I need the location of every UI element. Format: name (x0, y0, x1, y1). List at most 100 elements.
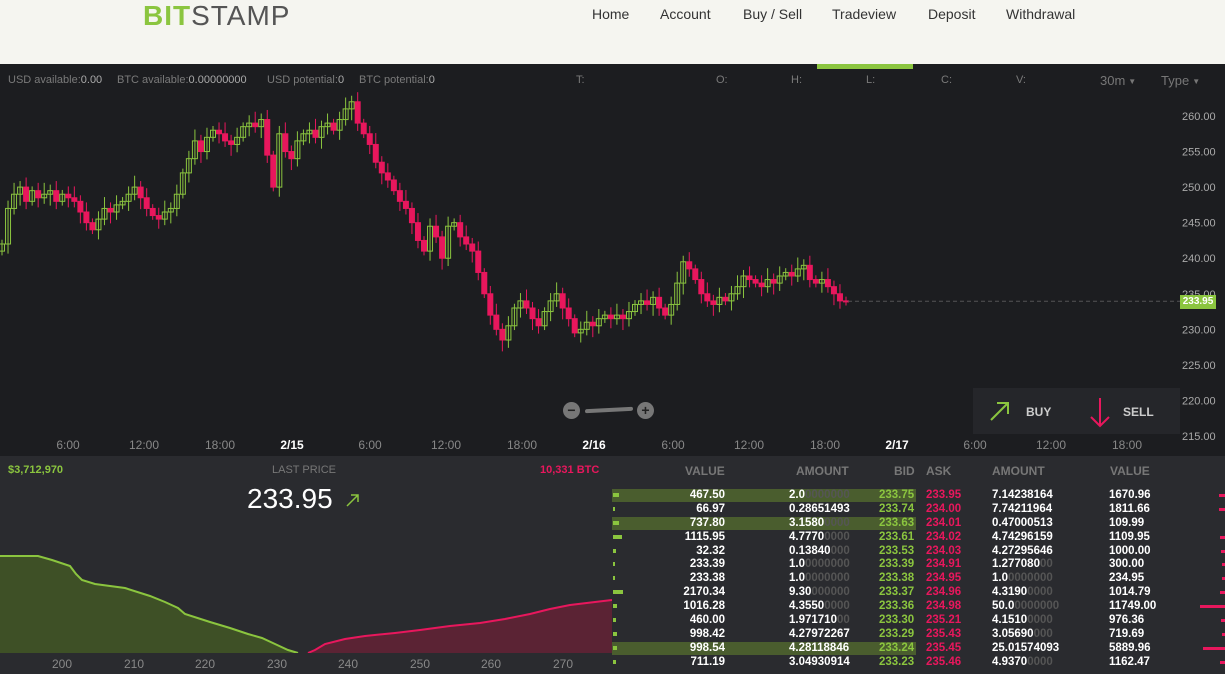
orderbook-row[interactable]: 233.39 1.00000000 233.39 234.91 1.27708000 30… (612, 558, 1225, 572)
top-header: BITSTAMP Home Account Buy / Sell Tradevi… (0, 0, 1225, 64)
orderbook-row[interactable]: 737.80 3.15800000 233.63 234.01 0.47000513 10… (612, 516, 1225, 531)
candle (547, 293, 554, 322)
candle (493, 303, 500, 336)
current-price-tag: 233.95 (1180, 295, 1216, 309)
nav-tradeview[interactable]: Tradeview (832, 6, 896, 22)
candle (282, 122, 289, 158)
bid-amount: 1.97171000 (789, 614, 850, 627)
candle (529, 301, 536, 331)
orderbook-row[interactable]: 2170.34 9.30000000 233.37 234.96 4.31900000 1… (612, 586, 1225, 600)
candle (535, 309, 542, 334)
candle (499, 323, 506, 352)
orderbook-row[interactable]: 998.54 4.28118846 233.24 235.45 25.01574093 5… (612, 641, 1225, 656)
depth-axis-bg (0, 653, 612, 674)
nav-home[interactable]: Home (592, 6, 629, 22)
candle (674, 271, 681, 311)
ask-value: 5889.96 (1109, 641, 1151, 654)
candle (0, 239, 5, 256)
candle (288, 145, 295, 171)
arrow-up-right-icon (990, 402, 1009, 421)
ask-price: 234.00 (926, 502, 962, 515)
candle (203, 127, 210, 160)
nav-account[interactable]: Account (660, 6, 711, 22)
ask-price: 234.01 (926, 516, 962, 529)
candle (161, 200, 168, 226)
ask-value: 234.95 (1109, 572, 1145, 585)
candle (800, 259, 807, 281)
orderbook-row[interactable]: 711.19 3.04930914 233.23 235.46 4.93700000 11… (612, 656, 1225, 670)
candle (818, 271, 825, 293)
sell-button[interactable]: SELL (1085, 388, 1180, 434)
candle (240, 122, 247, 142)
candle (246, 115, 253, 137)
zoom-slider[interactable] (585, 406, 633, 414)
bid-value: 66.97 (696, 502, 725, 515)
buy-button[interactable]: BUY (983, 388, 1083, 434)
orderbook-row[interactable]: 1016.28 4.35500000 233.36 234.98 50.00000000… (612, 600, 1225, 614)
candle (179, 168, 186, 199)
candle (770, 273, 777, 295)
candle (185, 150, 192, 183)
orderbook-row[interactable]: 66.97 0.28651493 233.74 234.00 7.74211964 181… (612, 503, 1225, 517)
bid-depth-mark (613, 520, 619, 525)
candle (571, 314, 578, 338)
candle (53, 181, 60, 210)
bid-depth-area (0, 556, 298, 653)
bid-value: 460.00 (689, 614, 725, 627)
ask-price: 235.21 (926, 614, 962, 627)
ask-price: 235.43 (926, 627, 962, 640)
depth-x-tick: 240 (338, 657, 358, 671)
candle (812, 275, 819, 288)
orderbook-row[interactable]: 32.32 0.13840000 233.53 234.03 4.27295646 100… (612, 545, 1225, 559)
bid-depth-mark (613, 506, 615, 511)
candle (740, 269, 747, 299)
candle (577, 321, 584, 343)
bid-value: 1115.95 (684, 530, 725, 543)
candle (366, 125, 373, 155)
candle (806, 255, 813, 288)
bid-amount: 4.77700000 (789, 530, 850, 543)
x-tick-label: 2/16 (582, 438, 606, 452)
ask-price: 235.45 (926, 641, 962, 654)
orderbook-row[interactable]: 1115.95 4.77700000 233.61 234.02 4.74296159 1… (612, 531, 1225, 545)
candle (746, 266, 753, 288)
candle (348, 95, 355, 121)
candle (125, 186, 132, 211)
candle (83, 202, 90, 231)
candle (396, 182, 403, 211)
candle (656, 287, 663, 316)
nav-withdrawal[interactable]: Withdrawal (1006, 6, 1075, 22)
zoom-in-button[interactable]: + (637, 402, 654, 419)
bid-amount: 1.00000000 (789, 558, 850, 571)
orderbook-row[interactable]: 233.38 1.00000000 233.38 234.95 1.00000000 23… (612, 572, 1225, 586)
bid-value: 1016.28 (683, 600, 725, 613)
ask-value: 1000.00 (1109, 544, 1151, 557)
candle (294, 131, 301, 167)
ask-depth-mark (1220, 591, 1225, 595)
candle (143, 188, 150, 217)
nav-buy-sell[interactable]: Buy / Sell (743, 6, 802, 22)
orderbook-row[interactable]: 467.50 2.00000000 233.75 233.95 7.14238164 16… (612, 489, 1225, 503)
nav-deposit[interactable]: Deposit (928, 6, 975, 22)
orderbook-row[interactable]: 998.42 4.27972267 233.29 235.43 3.05690000 71… (612, 628, 1225, 642)
candle (414, 213, 421, 249)
zoom-out-button[interactable]: − (563, 402, 580, 419)
candle (433, 214, 440, 243)
zoom-control: − + (563, 401, 655, 421)
depth-chart[interactable]: 200 210 220 230 240 250 260 270 (0, 456, 612, 674)
candle (47, 184, 54, 206)
candle (595, 309, 602, 334)
orderbook-row[interactable]: 460.00 1.97171000 233.30 235.21 4.15100000 97… (612, 614, 1225, 628)
candle (722, 293, 729, 306)
candle (197, 134, 204, 163)
candle (330, 118, 337, 135)
bid-price: 233.30 (879, 614, 915, 627)
bottom-panel: $3,712,970 10,331 BTC LAST PRICE 233.95 … (0, 456, 1225, 674)
ask-amount: 0.47000513 (992, 516, 1053, 529)
x-tick-label: 12:00 (1036, 438, 1066, 452)
candle (505, 316, 512, 348)
bid-depth-mark (613, 618, 616, 623)
candle (662, 303, 669, 320)
ob-header-bid: BID (894, 464, 915, 478)
candle (137, 181, 144, 210)
